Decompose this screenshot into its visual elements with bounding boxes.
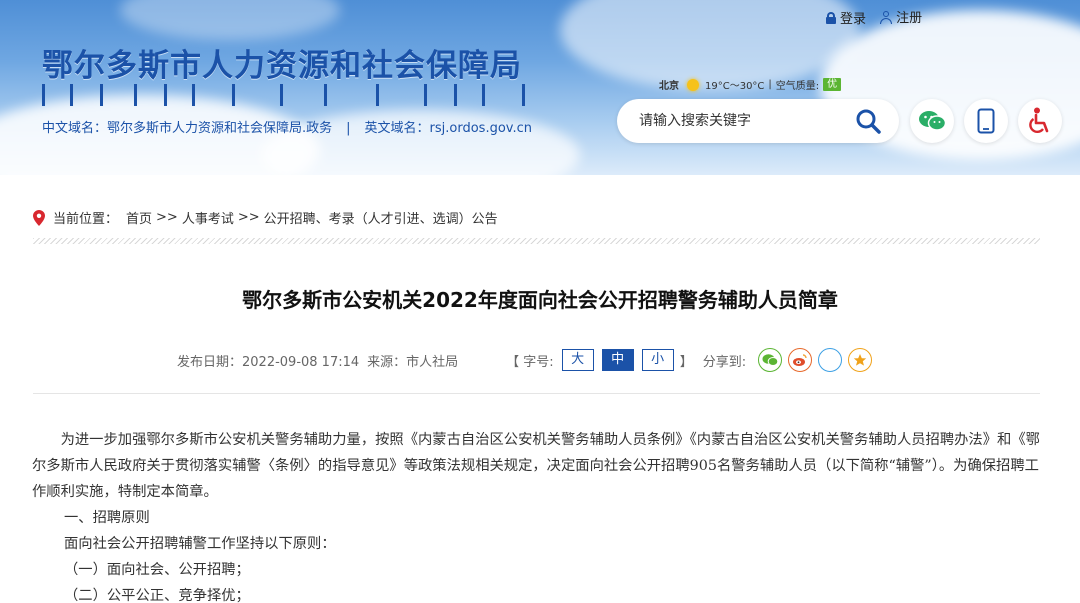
location-pin-icon xyxy=(33,209,45,226)
font-size-bracket: 】 xyxy=(679,354,693,370)
air-quality-label: 空气质量: xyxy=(775,81,820,92)
article-source: 来源：市人社局 xyxy=(367,354,459,370)
breadcrumb-arrow: >> xyxy=(156,210,178,225)
en-domain: 英文域名：rsj.ordos.gov.cn xyxy=(364,121,532,136)
hatched-divider xyxy=(33,238,1040,244)
font-size-large-button[interactable]: 大 xyxy=(561,349,594,371)
mongolian-script-logo xyxy=(42,84,540,108)
domain-separator: | xyxy=(346,121,351,136)
lock-icon xyxy=(826,11,836,24)
breadcrumb-prefix: 当前位置： xyxy=(53,212,119,227)
share-label: 分享到: xyxy=(702,354,747,370)
register-link[interactable]: 注册 xyxy=(880,7,922,26)
list-item: （二）公平公正、竞争择优； xyxy=(64,588,250,603)
accessibility-icon xyxy=(1029,107,1049,134)
article-meta: 发布日期：2022-09-08 17:14 来源：市人社局 【 字号: 大 中 … xyxy=(177,348,878,372)
air-quality-badge: 优 xyxy=(823,78,842,91)
publish-date: 发布日期：2022-09-08 17:14 xyxy=(177,354,360,370)
search-box xyxy=(617,99,899,143)
weather-city: 北京 xyxy=(659,81,679,92)
favorite-share-icon[interactable] xyxy=(848,348,873,372)
article-title: 鄂尔多斯市公安机关2022年度面向社会公开招聘警务辅助人员简章 xyxy=(242,288,838,312)
breadcrumb-exam[interactable]: 人事考试 xyxy=(182,208,234,227)
weather-widget: 北京 19°C～30°C | 空气质量: 优 xyxy=(659,77,842,92)
font-size-label: 【 字号: xyxy=(506,354,554,370)
meta-divider xyxy=(33,393,1040,394)
weather-temperature: 19°C～30°C xyxy=(705,81,765,92)
breadcrumb-home[interactable]: 首页 xyxy=(126,208,152,227)
section-heading: 一、招聘原则 xyxy=(64,510,150,526)
font-size-medium-button[interactable]: 中 xyxy=(601,349,634,371)
login-link[interactable]: 登录 xyxy=(826,8,866,27)
accessibility-button[interactable] xyxy=(1018,99,1062,143)
domain-info: 中文域名：鄂尔多斯市人力资源和社会保障局.政务 | 英文域名：rsj.ordos.g… xyxy=(42,117,532,136)
cn-domain: 中文域名：鄂尔多斯市人力资源和社会保障局.政务 xyxy=(42,121,333,136)
wechat-icon xyxy=(919,111,946,131)
wechat-button[interactable] xyxy=(910,99,954,143)
mobile-button[interactable] xyxy=(964,99,1008,143)
search-input[interactable] xyxy=(639,109,839,133)
header-cloud xyxy=(120,0,340,40)
breadcrumb-announcement[interactable]: 公开招聘、考录（人才引进、选调）公告 xyxy=(264,208,498,227)
breadcrumb-arrow: >> xyxy=(237,210,260,225)
login-bar: 登录 注册 xyxy=(826,7,932,27)
article-content: 为进一步加强鄂尔多斯市公安机关警务辅助力量，按照《内蒙古自治区公安机关警务辅助人… xyxy=(32,427,1042,603)
list-item: （一）面向社会、公开招聘； xyxy=(64,562,250,578)
user-icon xyxy=(880,10,893,24)
site-title[interactable]: 鄂尔多斯市人力资源和社会保障局 xyxy=(42,40,522,85)
weibo-share-icon[interactable] xyxy=(788,348,813,372)
login-label: 登录 xyxy=(840,11,867,27)
article-paragraph: 面向社会公开招聘辅警工作坚持以下原则： xyxy=(64,536,336,552)
qzone-share-icon[interactable] xyxy=(818,348,843,372)
article-paragraph: 为进一步加强鄂尔多斯市公安机关警务辅助力量，按照《内蒙古自治区公安机关警务辅助人… xyxy=(32,432,1040,500)
wechat-share-icon[interactable] xyxy=(758,348,783,372)
font-size-small-button[interactable]: 小 xyxy=(641,349,674,371)
breadcrumb: 当前位置： 首页 >> 人事考试 >> 公开招聘、考录（人才引进、选调）公告 xyxy=(33,208,498,227)
register-label: 注册 xyxy=(896,11,923,26)
weather-divider: | xyxy=(768,79,772,90)
sun-icon xyxy=(687,78,699,91)
mobile-icon xyxy=(977,108,995,134)
search-icon[interactable] xyxy=(855,108,881,134)
site-header: 鄂尔多斯市人力资源和社会保障局 中文域名：鄂尔多斯市人力资源和社会保障局.政务 |… xyxy=(0,0,1080,175)
